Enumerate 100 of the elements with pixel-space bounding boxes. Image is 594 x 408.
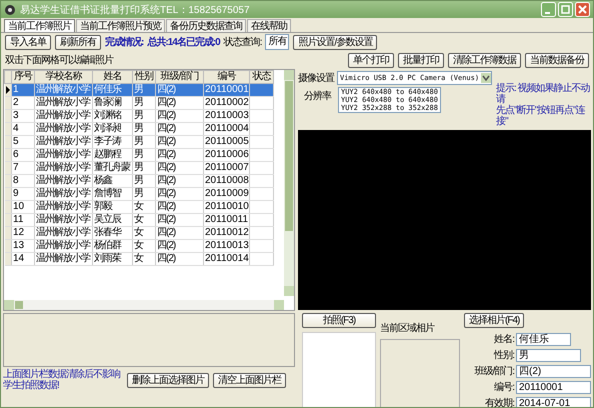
filter-dropdown[interactable]: 所有 bbox=[265, 34, 290, 50]
photo-settings-button[interactable]: 照片设置/参数设置 bbox=[293, 34, 378, 50]
select-photo-button[interactable]: 选择相片(F4) bbox=[464, 313, 524, 328]
dropdown-arrow-icon[interactable] bbox=[481, 73, 492, 83]
column-header[interactable]: 姓名 bbox=[92, 70, 132, 84]
column-header[interactable]: 状态 bbox=[250, 70, 274, 84]
table-cell: 温州解放小学 bbox=[34, 162, 92, 174]
minimize-icon[interactable] bbox=[541, 2, 556, 17]
table-row[interactable]: 8 温州解放小学 杨鑫 男 四(2) 20110008 bbox=[4, 174, 274, 188]
table-cell: 赵鹏程 bbox=[92, 148, 132, 162]
field-label: 班级/部门: bbox=[473, 364, 514, 378]
table-cell: 张春华 bbox=[92, 226, 132, 240]
tab[interactable]: 当前工作簿照片预览 bbox=[76, 19, 165, 32]
table-cell: 男 bbox=[132, 162, 156, 174]
table-row[interactable]: 2 温州解放小学 鲁家澜 男 四(2) 20110002 bbox=[4, 96, 274, 110]
close-icon[interactable] bbox=[575, 2, 590, 17]
table-cell: 温州解放小学 bbox=[34, 252, 92, 266]
backup-button[interactable]: 当前数据备份 bbox=[525, 52, 589, 68]
vertical-scrollbar[interactable] bbox=[284, 70, 294, 296]
column-header[interactable]: 序号 bbox=[12, 70, 34, 84]
field-label: 编号: bbox=[493, 380, 514, 394]
status-label: 完成情况: bbox=[105, 35, 144, 49]
table-cell: 董孔舟蒙 bbox=[92, 162, 132, 174]
table-cell: 四(2) bbox=[156, 240, 204, 252]
field-label: 姓名: bbox=[493, 333, 514, 346]
table-cell: 女 bbox=[132, 200, 156, 214]
table-cell: 20110010 bbox=[204, 200, 250, 214]
table-cell: 温州解放小学 bbox=[34, 240, 92, 252]
input-field[interactable]: 20110001 bbox=[516, 380, 591, 394]
table-cell: 20110003 bbox=[204, 110, 250, 122]
batch-print-button[interactable]: 批量打印 bbox=[398, 52, 444, 68]
table-cell: 四(2) bbox=[156, 188, 204, 200]
table-cell: 温州解放小学 bbox=[34, 122, 92, 136]
field-label: 性别: bbox=[492, 348, 514, 362]
current-photo-label: 当前区域相片 bbox=[380, 322, 436, 335]
resolution-label: 分辨率 bbox=[303, 90, 332, 103]
table-cell: 温州解放小学 bbox=[34, 110, 92, 122]
column-header[interactable]: 性别 bbox=[132, 70, 156, 84]
refresh-button[interactable]: 刷新所有 bbox=[55, 34, 101, 50]
table-cell: 9 bbox=[12, 188, 34, 200]
tab[interactable]: 在线帮助 bbox=[247, 19, 291, 32]
table-row[interactable]: 13 温州解放小学 杨伯群 女 四(2) 20110013 bbox=[4, 240, 274, 252]
table-cell: 四(2) bbox=[156, 174, 204, 188]
table-cell: 20110014 bbox=[204, 252, 250, 266]
table-cell: 13 bbox=[12, 240, 34, 252]
table-cell: 20110013 bbox=[204, 240, 250, 252]
table-row[interactable]: 5 温州解放小学 李子涛 男 四(2) 20110005 bbox=[4, 136, 274, 148]
column-header[interactable]: 学校名称 bbox=[34, 70, 92, 84]
table-cell: 20110002 bbox=[204, 96, 250, 110]
table-cell: 20110011 bbox=[204, 214, 250, 226]
table-row[interactable]: 4 温州解放小学 刘泽昶 男 四(2) 20110004 bbox=[4, 122, 274, 136]
table-cell: 四(2) bbox=[156, 110, 204, 122]
import-button[interactable]: 导入名单 bbox=[5, 34, 51, 50]
table-cell: 20110012 bbox=[204, 226, 250, 240]
table-row[interactable]: 1 温州解放小学 何佳乐 男 四(2) 20110001 bbox=[4, 84, 274, 96]
table-row[interactable]: 3 温州解放小学 刘渊铭 男 四(2) 20110003 bbox=[4, 110, 274, 122]
table-cell: 温州解放小学 bbox=[34, 200, 92, 214]
tab[interactable]: 当前工作簿照片 bbox=[4, 19, 75, 32]
tab[interactable]: 备份历史数据查询 bbox=[166, 19, 246, 32]
input-field[interactable]: 男 bbox=[516, 348, 581, 362]
row-pointer-icon bbox=[4, 86, 10, 94]
table-cell: 温州解放小学 bbox=[34, 136, 92, 148]
table-cell: 刘雨茱 bbox=[92, 252, 132, 266]
horizontal-scrollbar[interactable] bbox=[4, 300, 284, 310]
maximize-icon[interactable] bbox=[558, 2, 573, 17]
clear-strip-button[interactable]: 清空上面图片栏 bbox=[213, 372, 286, 388]
app-icon bbox=[4, 4, 16, 16]
grid-hint: 双击下面网格可以编辑照片 bbox=[5, 54, 113, 67]
table-row[interactable]: 11 温州解放小学 吴立辰 女 四(2) 20110011 bbox=[4, 214, 274, 226]
capture-button[interactable]: 拍照(F3) bbox=[302, 313, 376, 328]
table-cell: 男 bbox=[132, 136, 156, 148]
table-cell: 20110006 bbox=[204, 148, 250, 162]
note-text: 上面图片栏数据清除后不影响学生拍照数据! bbox=[3, 369, 122, 391]
table-cell: 2 bbox=[12, 96, 34, 110]
window-title: 易达学生证借书证批量打印系统TEL：15825675057 bbox=[20, 4, 251, 16]
input-field[interactable]: 2014-07-01 bbox=[516, 396, 591, 407]
clear-data-button[interactable]: 清除工作簿数据 bbox=[448, 52, 521, 68]
table-cell: 女 bbox=[132, 240, 156, 252]
column-header[interactable]: 编号 bbox=[204, 70, 250, 84]
table-row[interactable]: 10 温州解放小学 郭毅 女 四(2) 20110010 bbox=[4, 200, 274, 214]
table-row[interactable]: 6 温州解放小学 赵鹏程 男 四(2) 20110006 bbox=[4, 148, 274, 162]
input-field[interactable]: 何佳乐 bbox=[516, 332, 571, 346]
table-cell: 四(2) bbox=[156, 84, 204, 96]
table-cell: 温州解放小学 bbox=[34, 148, 92, 162]
table-cell: 杨鑫 bbox=[92, 174, 132, 188]
delete-photo-button[interactable]: 删除上面选择图片 bbox=[127, 372, 209, 388]
table-cell: 7 bbox=[12, 162, 34, 174]
input-field[interactable]: 四(2) bbox=[516, 364, 591, 378]
table-cell: 温州解放小学 bbox=[34, 174, 92, 188]
table-row[interactable]: 12 温州解放小学 张春华 女 四(2) 20110012 bbox=[4, 226, 274, 240]
table-row[interactable]: 14 温州解放小学 刘雨茱 女 四(2) 20110014 bbox=[4, 252, 274, 266]
column-header[interactable]: 班级/部门 bbox=[156, 70, 204, 84]
table-cell: 11 bbox=[12, 214, 34, 226]
table-row[interactable]: 7 温州解放小学 董孔舟蒙 男 四(2) 20110007 bbox=[4, 162, 274, 174]
table-cell: 温州解放小学 bbox=[34, 188, 92, 200]
table-row[interactable]: 9 温州解放小学 詹博智 男 四(2) 20110009 bbox=[4, 188, 274, 200]
camera-label: 摄像设置 bbox=[298, 72, 334, 85]
print-button[interactable]: 单个打印 bbox=[348, 52, 394, 68]
table-cell: 20110009 bbox=[204, 188, 250, 200]
table-cell: 20110001 bbox=[204, 84, 250, 96]
